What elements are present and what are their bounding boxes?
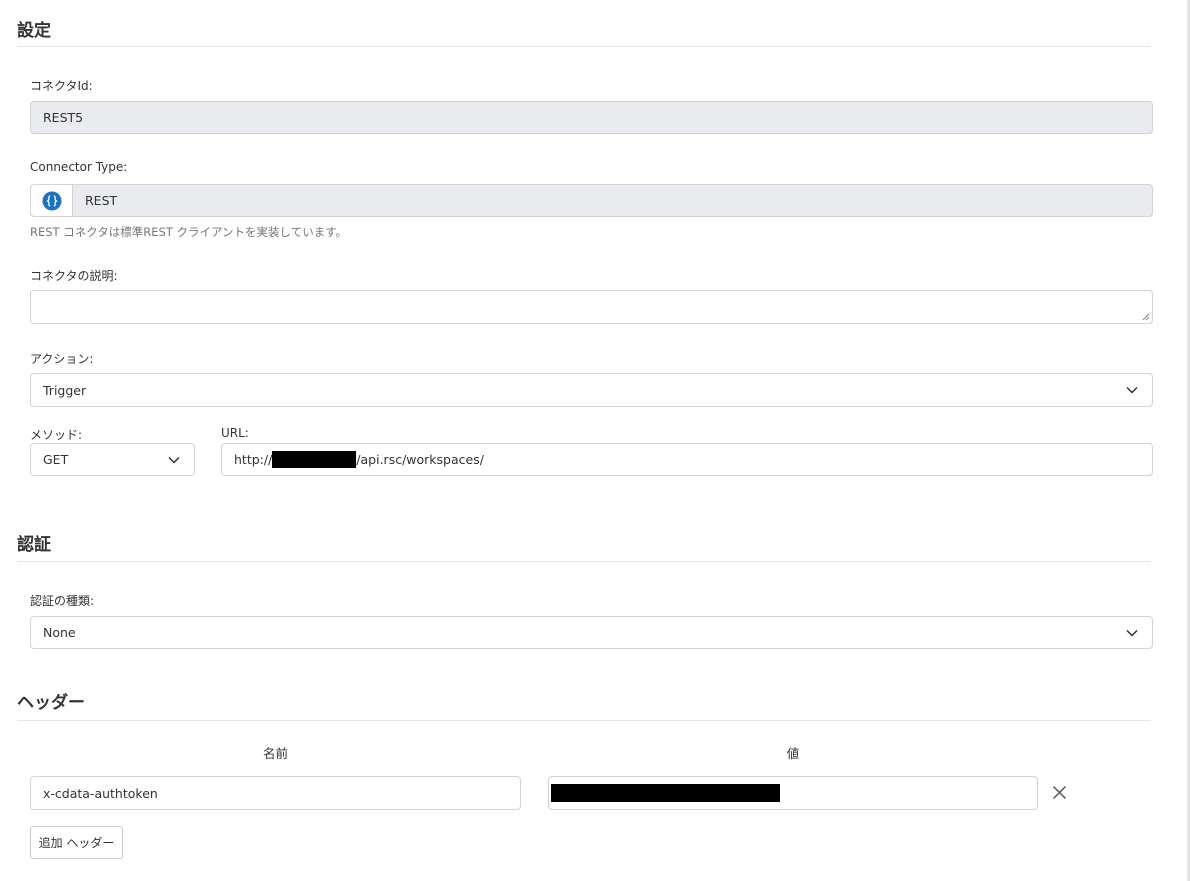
add-header-button[interactable]: 追加 ヘッダー — [30, 826, 123, 859]
url-input[interactable]: http:// /api.rsc/workspaces/ — [221, 443, 1153, 476]
connector-type-help: REST コネクタは標準REST クライアントを実装しています。 — [30, 225, 348, 239]
settings-section-title: 設定 — [17, 21, 51, 41]
connector-id-value: REST5 — [43, 110, 84, 125]
headers-section-title: ヘッダー — [17, 693, 85, 713]
braces-icon — [42, 191, 61, 210]
header-name-value: x-cdata-authtoken — [43, 785, 158, 801]
auth-section-title: 認証 — [17, 535, 51, 555]
method-value: GET — [43, 452, 69, 467]
chevron-down-icon — [1126, 386, 1138, 394]
url-prefix: http:// — [234, 452, 273, 467]
description-textarea[interactable] — [30, 290, 1153, 324]
connector-type-field[interactable]: REST — [30, 184, 1153, 217]
remove-header-icon[interactable] — [1052, 785, 1067, 800]
header-value-input[interactable] — [548, 776, 1038, 810]
header-name-column: 名前 — [262, 746, 288, 761]
auth-type-label: 認証の種類: — [30, 594, 95, 608]
connector-type-label: Connector Type: — [30, 160, 128, 174]
chevron-down-icon — [168, 456, 180, 464]
action-label: アクション: — [30, 352, 94, 366]
connector-type-icon-slot — [31, 185, 73, 216]
auth-type-value: None — [43, 625, 76, 640]
method-label: メソッド: — [30, 428, 83, 442]
connector-id-label: コネクタId: — [30, 79, 93, 93]
method-select[interactable]: GET — [30, 443, 195, 476]
action-select[interactable]: Trigger — [30, 373, 1153, 407]
url-label: URL: — [221, 426, 249, 440]
auth-divider — [17, 561, 1151, 562]
action-value: Trigger — [43, 382, 87, 398]
description-label: コネクタの説明: — [30, 269, 118, 283]
chevron-down-icon — [1126, 629, 1138, 637]
header-value-column: 値 — [786, 746, 800, 761]
auth-type-select[interactable]: None — [30, 616, 1153, 649]
headers-divider — [17, 720, 1151, 721]
resize-grip-icon[interactable] — [1142, 313, 1150, 321]
connector-id-field[interactable]: REST5 — [30, 101, 1153, 134]
url-suffix: /api.rsc/workspaces/ — [356, 452, 484, 467]
connector-type-value: REST — [85, 193, 118, 208]
url-host-redaction — [272, 451, 357, 468]
header-name-input[interactable]: x-cdata-authtoken — [30, 776, 521, 810]
header-value-redaction — [551, 784, 780, 802]
settings-divider — [17, 46, 1151, 47]
